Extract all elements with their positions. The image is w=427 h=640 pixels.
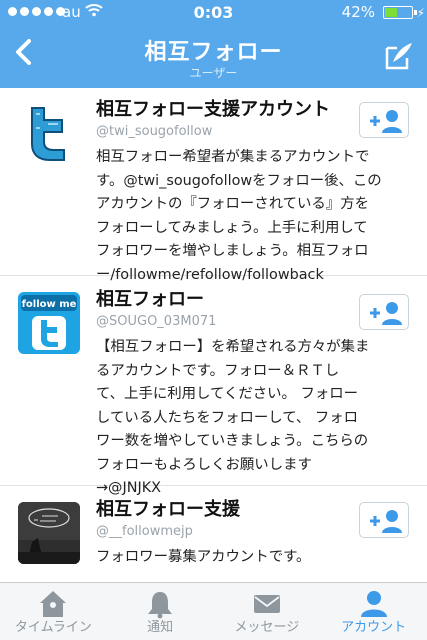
- tab-label: アカウント: [341, 620, 407, 635]
- top-bar: au 0:03 42% ⚡ 相互フォロー ユーザー: [0, 0, 427, 88]
- user-list: 相互フォロー支援アカウント @twi_sougofollow 相互フォロー希望者…: [0, 88, 427, 582]
- follow-button[interactable]: [359, 102, 409, 138]
- avatar-label: follow me: [22, 299, 77, 310]
- tab-label: 通知: [147, 620, 174, 635]
- tab-label: タイムライン: [14, 620, 92, 635]
- follow-button[interactable]: [359, 294, 409, 330]
- battery-percent: 42%: [341, 3, 375, 21]
- bell-icon: [148, 592, 173, 619]
- follow-button[interactable]: [359, 502, 409, 538]
- list-item[interactable]: 相互フォロー支援 @__followmejp フォロワー募集アカウントです。: [0, 486, 427, 582]
- charging-icon: ⚡: [416, 6, 425, 20]
- list-item[interactable]: follow me 相互フォロー @SOUGO_03M071 【相互フォロー】を…: [0, 276, 427, 496]
- tab-account[interactable]: アカウント: [320, 583, 427, 640]
- page-title: 相互フォロー: [144, 40, 283, 65]
- tab-bar: タイムライン 通知 メッセージ アカウント: [0, 582, 427, 640]
- compose-button[interactable]: [383, 40, 415, 72]
- tab-label: メッセージ: [234, 620, 300, 635]
- tab-timeline[interactable]: タイムライン: [0, 583, 107, 640]
- avatar: follow me: [18, 292, 80, 354]
- battery-icon: [383, 6, 417, 19]
- compose-icon: [385, 43, 412, 70]
- status-bar: au 0:03 42% ⚡: [0, 0, 427, 24]
- add-user-icon: [370, 302, 402, 325]
- tab-messages[interactable]: メッセージ: [214, 583, 321, 640]
- add-user-icon: [370, 510, 402, 533]
- avatar: [18, 102, 80, 164]
- avatar: [18, 502, 80, 564]
- user-bio: 相互フォロー希望者が集まるアカウントで す。@twi_sougofollowをフ…: [96, 149, 382, 283]
- page-subtitle: ユーザー: [189, 66, 238, 80]
- list-item[interactable]: 相互フォロー支援アカウント @twi_sougofollow 相互フォロー希望者…: [0, 88, 427, 283]
- envelope-icon: [253, 595, 280, 613]
- person-icon: [360, 591, 387, 617]
- user-bio: 【相互フォロー】を希望される方々が集ま るアカウントです。フォロー＆ＲＴし て、…: [96, 339, 370, 496]
- home-icon: [40, 591, 67, 617]
- add-user-icon: [370, 110, 402, 133]
- tab-notifications[interactable]: 通知: [107, 583, 214, 640]
- user-bio: フォロワー募集アカウントです。: [96, 549, 311, 565]
